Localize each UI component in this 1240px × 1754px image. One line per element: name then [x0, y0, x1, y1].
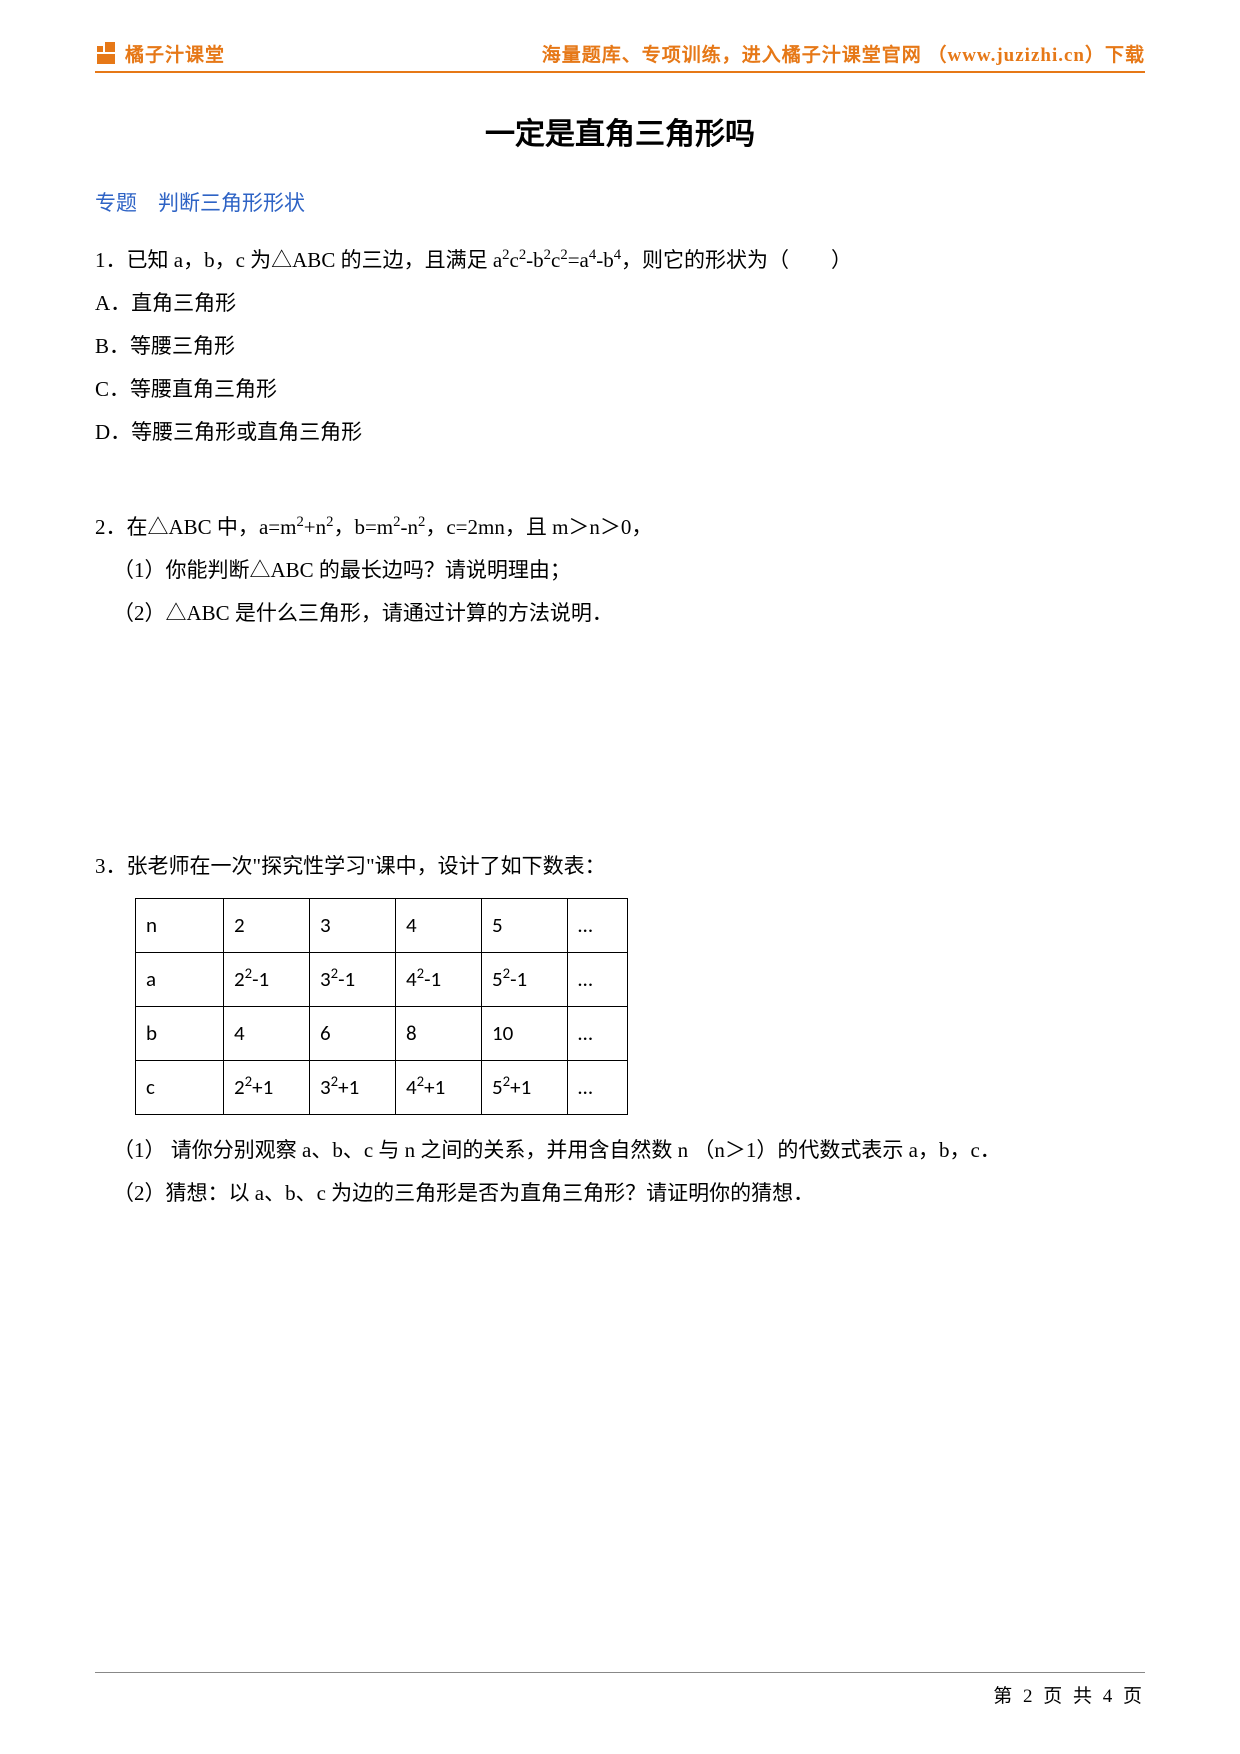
header-right-text: 海量题库、专项训练，进入橘子汁课堂官网 （www.juzizhi.cn）下载: [542, 40, 1145, 67]
q2-sub1: （1）你能判断△ABC 的最长边吗？请说明理由；: [95, 549, 1145, 592]
table-cell: n: [136, 899, 224, 953]
table-cell: 10: [482, 1007, 568, 1061]
q3-sub2: （2）猜想：以 a、b、c 为边的三角形是否为直角三角形？请证明你的猜想．: [95, 1172, 1145, 1215]
table-row: n2345…: [136, 899, 628, 953]
table-row: c22+132+142+152+1…: [136, 1061, 628, 1115]
logo-icon: [95, 42, 119, 66]
q3-sub1: （1） 请你分别观察 a、b、c 与 n 之间的关系，并用含自然数 n （n＞1…: [95, 1129, 1145, 1172]
table-cell: 52+1: [482, 1061, 568, 1115]
table-cell: a: [136, 953, 224, 1007]
table-cell: 32+1: [310, 1061, 396, 1115]
question-1: 1．已知 a，b，c 为△ABC 的三边，且满足 a2c2-b2c2=a4-b4…: [95, 239, 1145, 454]
page-header: 橘子汁课堂 海量题库、专项训练，进入橘子汁课堂官网 （www.juzizhi.c…: [95, 40, 1145, 73]
table-cell: …: [568, 1007, 628, 1061]
table-cell: 2: [224, 899, 310, 953]
q1-formula: a2c2-b2c2=a4-b4: [493, 248, 621, 272]
table-cell: b: [136, 1007, 224, 1061]
table-cell: 32-1: [310, 953, 396, 1007]
table-cell: c: [136, 1061, 224, 1115]
table-cell: 8: [396, 1007, 482, 1061]
table-cell: 52-1: [482, 953, 568, 1007]
table-cell: 5: [482, 899, 568, 953]
table-cell: 42+1: [396, 1061, 482, 1115]
table-cell: 4: [396, 899, 482, 953]
q1-option-d: D．等腰三角形或直角三角形: [95, 411, 1145, 454]
table-cell: …: [568, 1061, 628, 1115]
q1-stem-prefix: 1．已知 a，b，c 为△ABC 的三边，且满足: [95, 248, 493, 272]
question-2: 2．在△ABC 中，a=m2+n2，b=m2-n2，c=2mn，且 m＞n＞0，…: [95, 506, 1145, 635]
q3-stem: 3．张老师在一次"探究性学习"课中，设计了如下数表：: [95, 845, 1145, 888]
table-cell: 6: [310, 1007, 396, 1061]
q1-option-a: A．直角三角形: [95, 282, 1145, 325]
table-cell: 22-1: [224, 953, 310, 1007]
question-3: 3．张老师在一次"探究性学习"课中，设计了如下数表： n2345…a22-132…: [95, 845, 1145, 1215]
q2-line1-prefix: 2．在△ABC 中，: [95, 515, 259, 539]
table-row: a22-132-142-152-1…: [136, 953, 628, 1007]
logo: 橘子汁课堂: [95, 40, 225, 67]
topic-label: 专题 判断三角形形状: [95, 187, 1145, 217]
page-footer: 第 2 页 共 4 页: [95, 1672, 1145, 1708]
q3-table: n2345…a22-132-142-152-1…b46810…c22+132+1…: [135, 898, 628, 1115]
page-title: 一定是直角三角形吗: [95, 109, 1145, 153]
q1-option-b: B．等腰三角形: [95, 325, 1145, 368]
q1-stem-suffix: ，则它的形状为（ ）: [621, 248, 852, 272]
table-cell: 42-1: [396, 953, 482, 1007]
table-cell: …: [568, 899, 628, 953]
q1-option-c: C．等腰直角三角形: [95, 368, 1145, 411]
q2-line1-formula: a=m2+n2，b=m2-n2，c=2mn，且 m＞n＞0，: [259, 515, 653, 539]
table-cell: …: [568, 953, 628, 1007]
q2-sub2: （2）△ABC 是什么三角形，请通过计算的方法说明．: [95, 592, 1145, 635]
table-cell: 3: [310, 899, 396, 953]
table-cell: 22+1: [224, 1061, 310, 1115]
table-row: b46810…: [136, 1007, 628, 1061]
table-cell: 4: [224, 1007, 310, 1061]
logo-text: 橘子汁课堂: [125, 40, 225, 67]
